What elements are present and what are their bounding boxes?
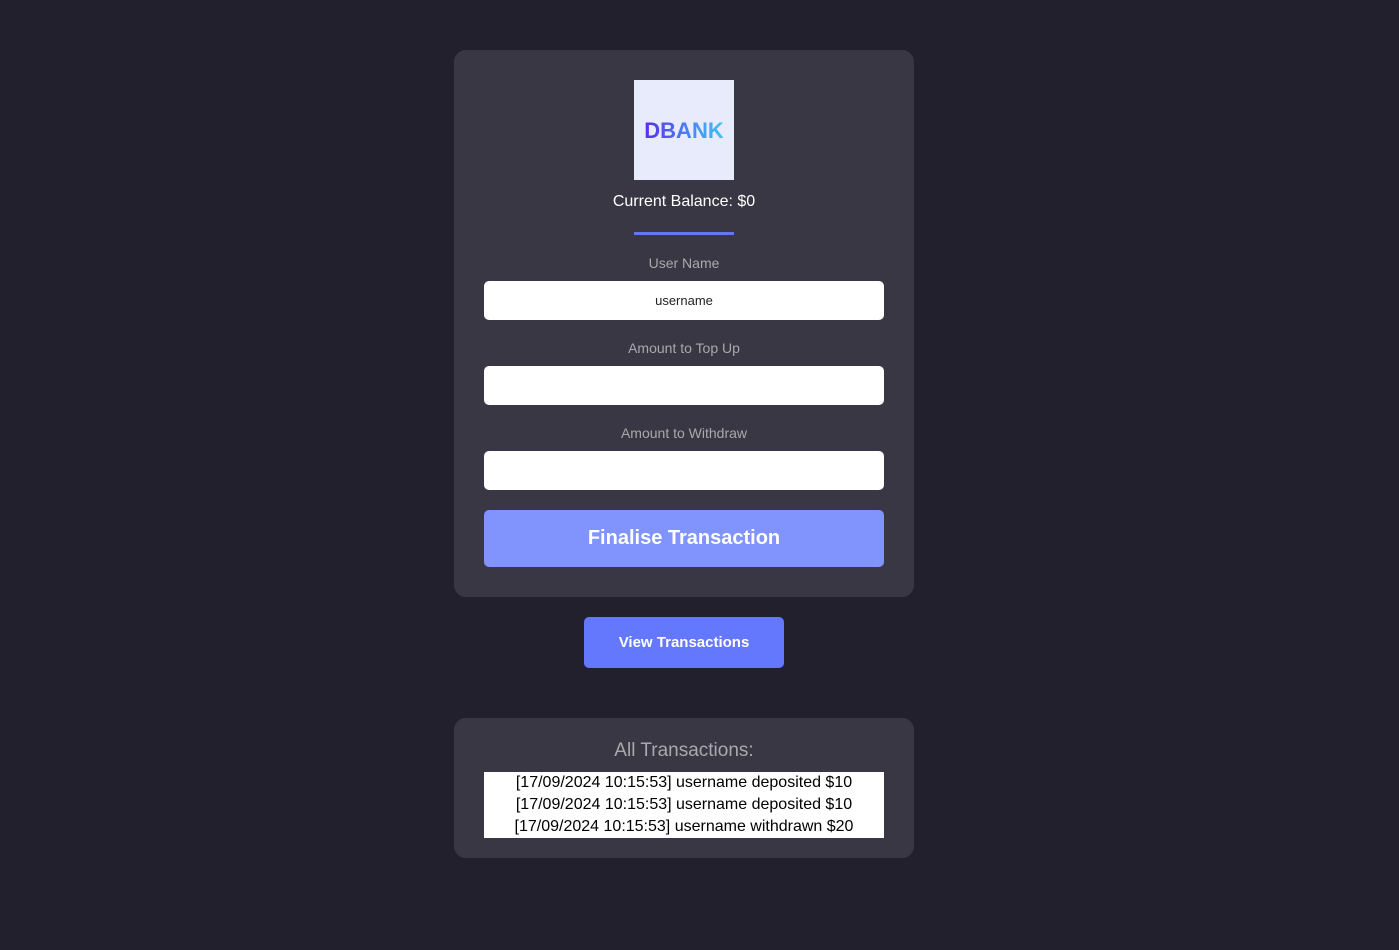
transaction-item: [17/09/2024 10:15:53] username deposited… xyxy=(515,796,853,813)
dbank-logo: DBANK xyxy=(634,80,734,180)
transaction-item: [17/09/2024 10:15:53] username deposited… xyxy=(515,774,853,791)
withdraw-label: Amount to Withdraw xyxy=(620,425,748,441)
username-label: User Name xyxy=(648,255,720,271)
divider xyxy=(634,232,734,235)
transaction-item: [17/09/2024 10:15:53] username withdrawn… xyxy=(514,818,854,835)
transactions-card: All Transactions: [17/09/2024 10:15:53] … xyxy=(454,718,914,858)
topup-input[interactable] xyxy=(484,366,884,405)
dbank-logo-wordmark: DBANK xyxy=(645,118,723,142)
current-balance: Current Balance: $0 xyxy=(454,193,914,211)
transaction-card: DBANK Current Balance: $0 User Name Amou… xyxy=(454,50,914,597)
balance-label: Current Balance: xyxy=(612,193,733,210)
transactions-list: [17/09/2024 10:15:53] username deposited… xyxy=(484,772,884,838)
svg-text:DBANK: DBANK xyxy=(645,118,723,142)
transactions-title: All Transactions: xyxy=(614,740,754,761)
topup-label: Amount to Top Up xyxy=(628,340,740,356)
withdraw-input[interactable] xyxy=(484,451,884,490)
balance-value: $0 xyxy=(737,193,756,210)
finalise-transaction-button[interactable]: Finalise Transaction xyxy=(484,510,884,567)
username-input[interactable] xyxy=(484,281,884,320)
view-transactions-button[interactable]: View Transactions xyxy=(584,617,784,668)
